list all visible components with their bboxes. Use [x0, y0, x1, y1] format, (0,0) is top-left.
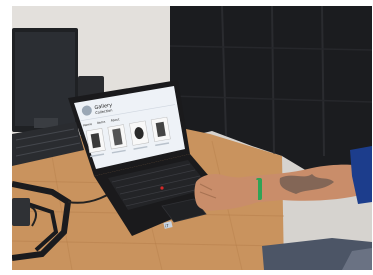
- photo-illustration: i7 Gallery Collection Home Items About: [12, 6, 372, 270]
- scene: i7 Gallery Collection Home Items About: [0, 0, 373, 275]
- photo: i7 Gallery Collection Home Items About: [12, 6, 372, 270]
- trackpoint: [160, 186, 164, 190]
- left-monitor-screen: [15, 32, 75, 126]
